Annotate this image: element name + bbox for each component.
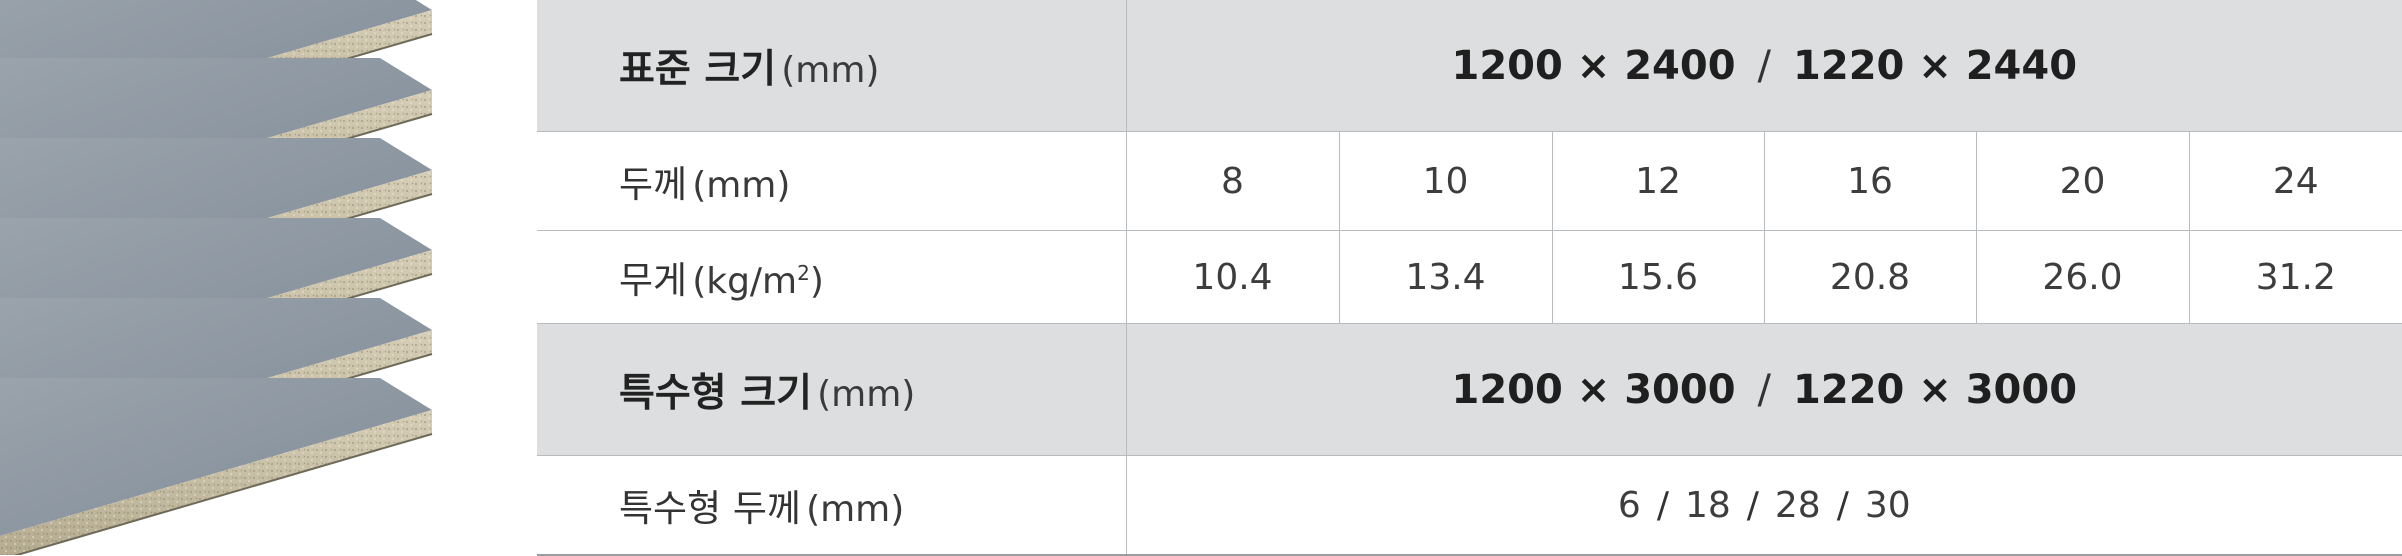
thickness-row: 두께 (mm) 8 10 12 16 20 24	[537, 131, 2402, 231]
special-thickness-separator: /	[1746, 484, 1759, 526]
standard-size-value-cell: 1200 × 2400 / 1220 × 2440	[1125, 0, 2402, 132]
special-thickness-value-cell: 6 / 18 / 28 / 30	[1125, 455, 2402, 556]
special-thickness-separator: /	[1656, 484, 1669, 526]
standard-size-row: 표준 크기 (mm) 1200 × 2400 / 1220 × 2440	[537, 0, 2402, 132]
standard-size-separator: /	[1757, 42, 1772, 89]
special-size-b: 1220 × 3000	[1793, 366, 2078, 413]
weight-value: 10.4	[1125, 230, 1340, 324]
special-thickness-value: 18	[1684, 484, 1731, 526]
weight-value: 26.0	[1975, 230, 2190, 324]
special-thickness-value: 28	[1774, 484, 1821, 526]
thickness-unit: (mm)	[692, 165, 791, 206]
weight-label-cell: 무게 (kg/m2)	[537, 230, 1127, 324]
special-size-value-cell: 1200 × 3000 / 1220 × 3000	[1125, 323, 2402, 456]
thickness-value: 8	[1125, 131, 1340, 231]
special-thickness-value: 30	[1864, 484, 1911, 526]
standard-size-b: 1220 × 2440	[1793, 42, 2078, 89]
weight-value: 13.4	[1338, 230, 1553, 324]
standard-size-label: 표준 크기	[619, 46, 777, 92]
thickness-value: 16	[1763, 131, 1977, 231]
weight-unit: (kg/m2)	[692, 261, 824, 302]
thickness-label-cell: 두께 (mm)	[537, 131, 1127, 231]
weight-value: 31.2	[2188, 230, 2402, 324]
special-thickness-label-cell: 특수형 두께 (mm)	[537, 455, 1127, 556]
standard-size-unit: (mm)	[781, 49, 880, 91]
special-size-a: 1200 × 3000	[1451, 366, 1736, 413]
special-size-label: 특수형 크기	[619, 370, 812, 416]
special-thickness-separator: /	[1836, 484, 1849, 526]
thickness-value: 10	[1338, 131, 1553, 231]
special-thickness-label: 특수형 두께	[619, 487, 801, 530]
special-thickness-row: 특수형 두께 (mm) 6 / 18 / 28 / 30	[537, 455, 2402, 556]
weight-value: 20.8	[1763, 230, 1977, 324]
special-size-separator: /	[1757, 366, 1772, 413]
thickness-value: 12	[1551, 131, 1765, 231]
thickness-value: 24	[2188, 131, 2402, 231]
standard-size-label-cell: 표준 크기 (mm)	[537, 0, 1127, 132]
weight-label: 무게	[619, 259, 688, 302]
thickness-label: 두께	[619, 163, 688, 206]
special-size-label-cell: 특수형 크기 (mm)	[537, 323, 1127, 456]
standard-size-a: 1200 × 2400	[1451, 42, 1736, 89]
spec-table: 표준 크기 (mm) 1200 × 2400 / 1220 × 2440 두께 (m…	[537, 0, 2402, 556]
special-size-row: 특수형 크기 (mm) 1200 × 3000 / 1220 × 3000	[537, 323, 2402, 456]
special-thickness-unit: (mm)	[806, 489, 905, 530]
cement-board-layer	[0, 378, 433, 555]
special-thickness-value: 6	[1617, 484, 1641, 526]
cement-board-stack-image	[0, 0, 433, 555]
weight-value: 15.6	[1551, 230, 1765, 324]
thickness-value: 20	[1975, 131, 2190, 231]
weight-unit-superscript: 2	[797, 261, 810, 285]
special-size-unit: (mm)	[817, 373, 916, 415]
weight-row: 무게 (kg/m2) 10.4 13.4 15.6 20.8 26.0 31.2	[537, 230, 2402, 324]
